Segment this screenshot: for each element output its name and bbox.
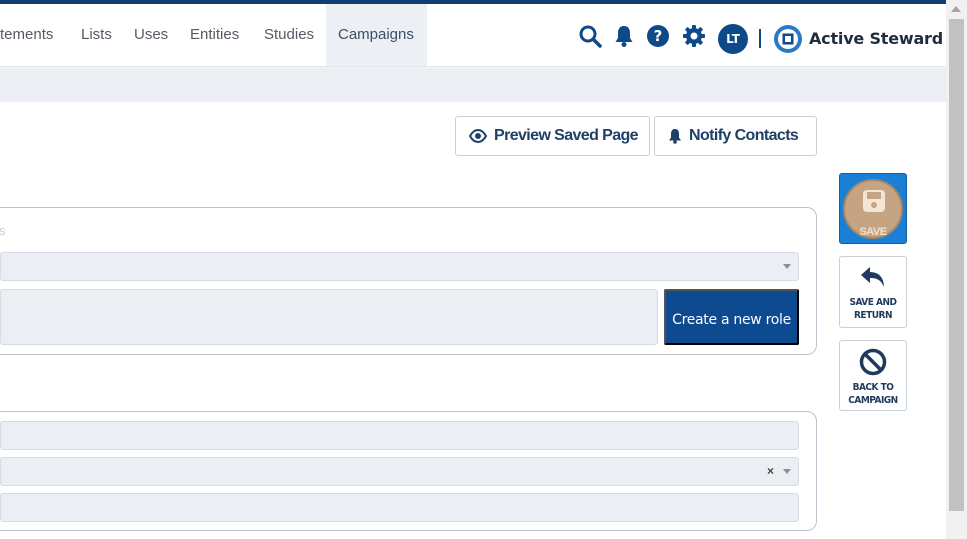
nav-item-studies[interactable]: Studies [264,4,314,66]
details-input-1[interactable] [0,421,799,450]
create-new-role-button[interactable]: Create a new role [664,289,799,345]
details-input-2[interactable] [0,493,799,522]
nav-item-campaigns[interactable]: Campaigns [326,4,427,66]
ban-icon [859,348,887,376]
nav-item-statements[interactable]: tements [0,4,53,66]
nav-item-lists[interactable]: Lists [81,4,112,66]
user-avatar[interactable]: LT [718,24,748,54]
vertical-scrollbar[interactable] [946,0,967,539]
save-button[interactable]: SAVE [839,173,907,244]
reply-arrow-icon [861,267,884,287]
nav-item-uses[interactable]: Uses [134,4,168,66]
save-and-return-label-line2: RETURN [854,310,892,321]
details-select[interactable]: × [0,457,799,486]
search-icon[interactable] [578,24,602,48]
back-to-campaign-button[interactable]: BACK TO CAMPAIGN [839,340,907,411]
chevron-down-icon [783,264,791,269]
save-and-return-label-line1: SAVE AND [849,297,897,308]
bell-icon[interactable] [612,24,636,48]
help-icon[interactable]: ? [646,24,670,48]
preview-saved-page-button[interactable]: Preview Saved Page [455,116,650,156]
save-highlight-circle: SAVE [843,179,903,239]
chevron-down-icon[interactable] [783,469,791,474]
role-select[interactable] [0,252,799,281]
role-description-field[interactable] [0,289,658,345]
scrollbar-thumb[interactable] [949,19,964,511]
preview-saved-page-label: Preview Saved Page [494,127,639,144]
eye-icon [469,129,487,143]
scroll-up-arrow-icon[interactable] [951,6,961,12]
top-navbar: tements Lists Uses Entities Studies Camp… [0,4,946,67]
header-divider [759,29,761,48]
notify-contacts-label: Notify Contacts [689,127,799,144]
notify-contacts-button[interactable]: Notify Contacts [654,116,817,156]
gear-icon[interactable] [682,24,706,48]
sub-header-bar [0,68,946,102]
save-label: SAVE [859,226,887,238]
back-to-campaign-label-line2: CAMPAIGN [848,395,898,406]
brand-name: Active Steward [809,29,943,48]
back-to-campaign-label-line1: BACK TO [852,382,894,393]
nav-item-entities[interactable]: Entities [190,4,239,66]
bell-icon [669,129,681,144]
svg-text:?: ? [654,27,663,45]
role-panel-faint-label: s [0,223,6,238]
clear-selection-icon[interactable]: × [767,464,774,478]
brand-logo-icon [773,24,803,54]
save-and-return-button[interactable]: SAVE AND RETURN [839,256,907,328]
floppy-disk-icon [863,190,885,212]
